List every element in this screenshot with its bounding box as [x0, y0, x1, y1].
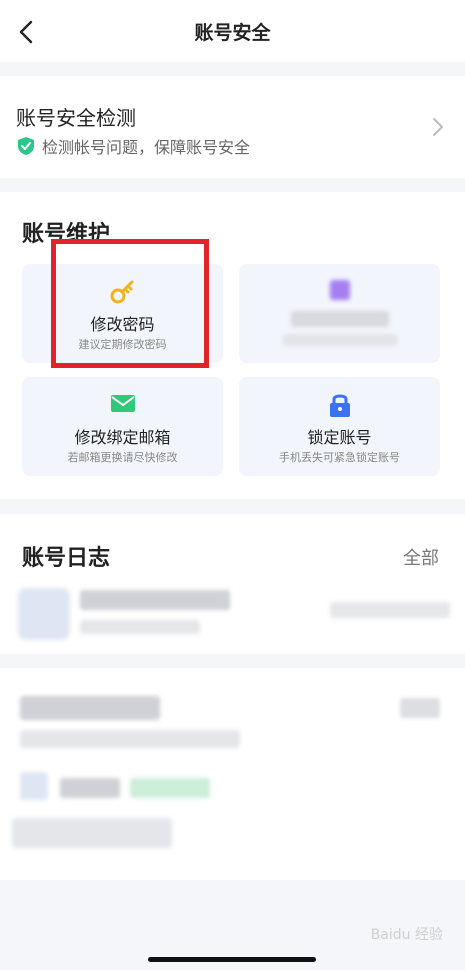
blurred-log-time	[330, 602, 450, 618]
log-list-more	[0, 668, 465, 880]
lock-account-label: 锁定账号	[307, 428, 372, 447]
blurred-log-title	[60, 778, 120, 798]
highlight-box	[51, 239, 209, 368]
blurred-desc	[283, 334, 397, 346]
blurred-avatar	[18, 588, 70, 640]
lock-icon	[329, 394, 350, 417]
blurred-log-title	[80, 590, 230, 610]
blurred-log-sub	[20, 730, 240, 748]
change-email-desc: 若邮箱更换请尽快修改	[67, 451, 178, 464]
page-title: 账号安全	[194, 22, 271, 44]
mail-icon	[110, 395, 135, 412]
header-bar: 账号安全	[0, 0, 465, 62]
security-check-title: 账号安全检测	[16, 106, 136, 130]
blurred-title	[291, 311, 389, 327]
security-check-row[interactable]: 账号安全检测 检测帐号问题，保障账号安全	[0, 76, 465, 178]
shield-check-icon	[18, 137, 34, 155]
blurred-log-badge	[130, 778, 210, 798]
account-log-section: 账号日志 全部	[0, 514, 465, 654]
home-indicator[interactable]	[148, 957, 316, 962]
blurred-icon	[330, 280, 350, 300]
baidu-watermark: Baidu 经验	[370, 927, 443, 943]
blurred-log-sub	[80, 620, 200, 634]
blurred-avatar	[20, 772, 48, 800]
chevron-right-icon	[433, 118, 443, 136]
blurred-log-title	[20, 696, 160, 720]
blurred-log-sub	[12, 818, 172, 848]
blurred-log-time	[400, 698, 440, 718]
lock-account-card[interactable]: 锁定账号 手机丢失可紧急锁定账号	[239, 377, 440, 476]
security-check-subline: 检测帐号问题，保障账号安全	[16, 134, 250, 158]
change-email-label: 修改绑定邮箱	[74, 428, 171, 447]
log-title: 账号日志	[22, 546, 111, 571]
lock-account-desc: 手机丢失可紧急锁定账号	[279, 451, 400, 464]
change-email-card[interactable]: 修改绑定邮箱 若邮箱更换请尽快修改	[22, 377, 223, 476]
security-check-desc: 检测帐号问题，保障账号安全	[42, 138, 251, 157]
blurred-card[interactable]	[239, 264, 440, 363]
log-all-link[interactable]: 全部	[403, 544, 439, 570]
